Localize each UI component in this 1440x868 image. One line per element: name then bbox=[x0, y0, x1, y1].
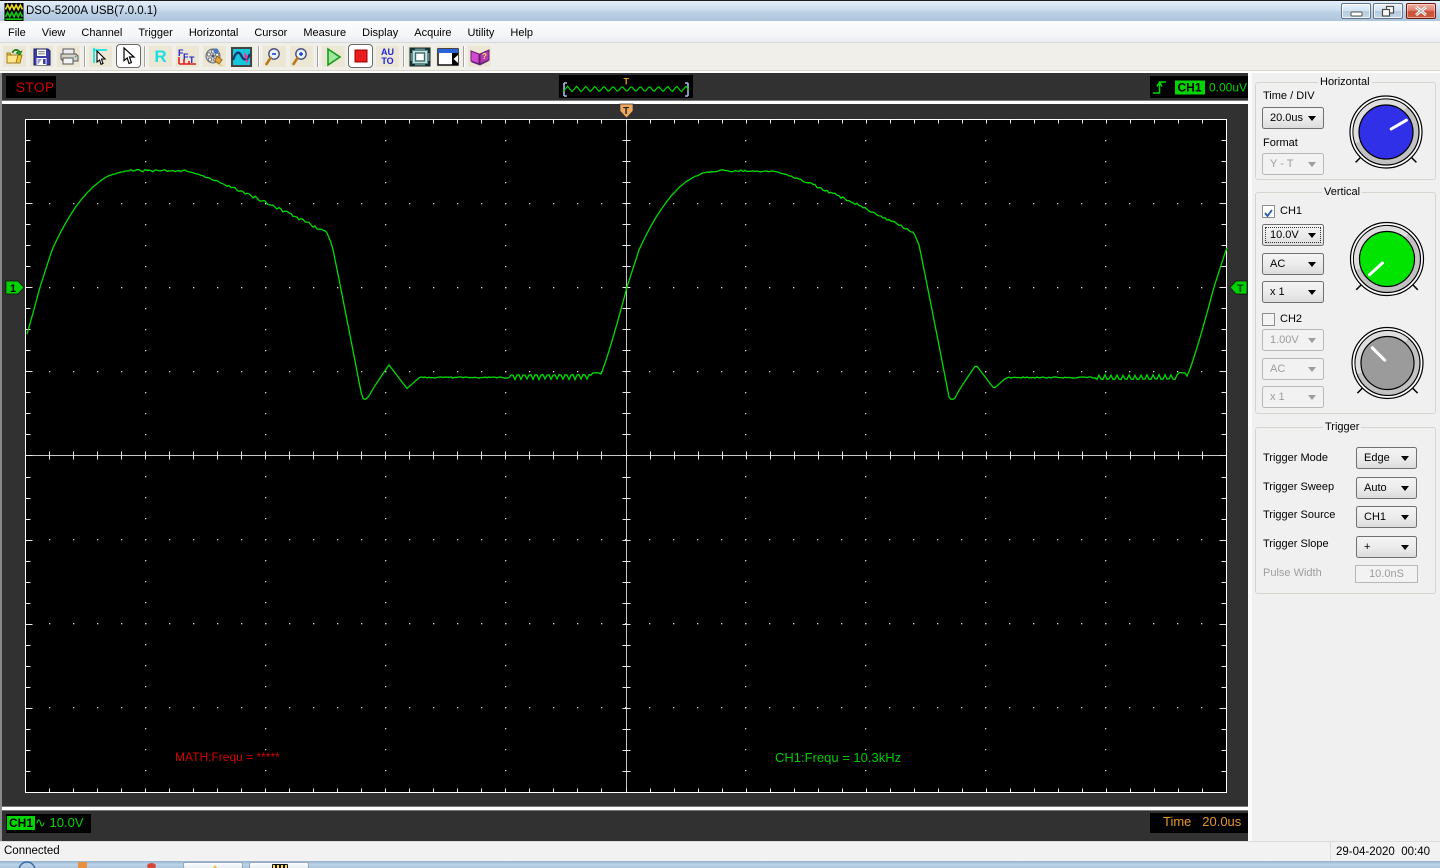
svg-text:MATH:Frequ = *****: MATH:Frequ = ***** bbox=[175, 750, 280, 764]
svg-text:?: ? bbox=[482, 52, 487, 61]
svg-text:T: T bbox=[623, 106, 629, 117]
svg-text:1: 1 bbox=[10, 283, 16, 295]
svg-text:CH1:Frequ = 10.3kHz: CH1:Frequ = 10.3kHz bbox=[775, 750, 901, 765]
svg-text:T: T bbox=[1237, 283, 1244, 295]
